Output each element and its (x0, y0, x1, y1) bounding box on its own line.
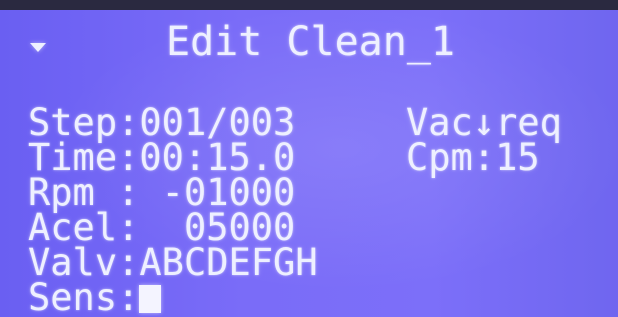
screen-title: Edit Clean_1 (166, 19, 455, 65)
sens-row: Sens: (28, 276, 162, 317)
lcd-screen: Edit Clean_1 Step:001/003 Time:00:15.0 R… (0, 0, 618, 317)
dropdown-arrow-icon[interactable] (30, 43, 46, 52)
cpm-row: Cpm:15 (406, 139, 540, 176)
cpm-label: Cpm: (406, 136, 496, 179)
cpm-value[interactable]: 15 (495, 136, 540, 179)
valv-value[interactable]: ABCDEFGH (139, 241, 317, 284)
text-cursor[interactable] (139, 285, 162, 313)
sens-label: Sens: (28, 276, 140, 317)
